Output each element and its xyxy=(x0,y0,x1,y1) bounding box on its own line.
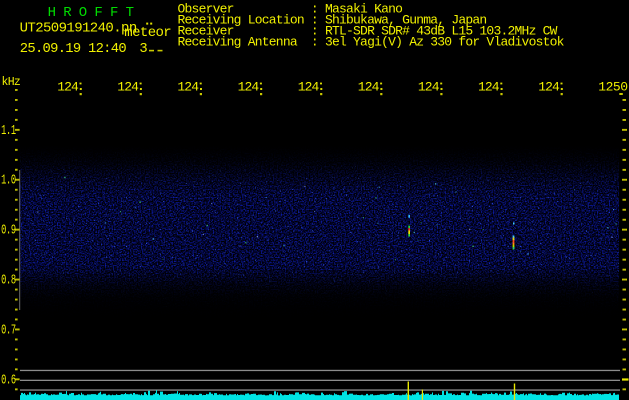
svg-text:124: 124 xyxy=(358,80,380,95)
svg-text:H R O F F T: H R O F F T xyxy=(48,5,134,21)
svg-text:25.09.19 12:40: 25.09.19 12:40 xyxy=(20,42,127,57)
svg-text:124: 124 xyxy=(117,80,139,95)
svg-text:0.9: 0.9 xyxy=(1,223,16,239)
svg-text:3: 3 xyxy=(139,42,147,57)
svg-text:meteor: meteor xyxy=(124,25,171,41)
svg-text:kHz: kHz xyxy=(2,76,21,89)
svg-text:UT2509191240.pn: UT2509191240.pn xyxy=(20,20,137,36)
svg-text:0.8: 0.8 xyxy=(1,273,16,289)
svg-text:1.0: 1.0 xyxy=(1,173,16,189)
svg-text:124: 124 xyxy=(238,80,260,95)
svg-text:Receiving Antenna : 3el Yagi(: Receiving Antenna : 3el Yagi(V) Az 330 f… xyxy=(178,35,565,50)
svg-text:124: 124 xyxy=(177,80,199,95)
svg-text:0.7: 0.7 xyxy=(1,323,16,339)
svg-text:124: 124 xyxy=(298,80,320,95)
svg-text:1.1: 1.1 xyxy=(1,123,16,139)
svg-text:124: 124 xyxy=(538,80,560,95)
svg-text:124: 124 xyxy=(57,80,79,95)
svg-text:0.6: 0.6 xyxy=(1,372,16,388)
svg-text:124: 124 xyxy=(418,80,440,95)
svg-text:124: 124 xyxy=(478,80,500,95)
svg-text:1250: 1250 xyxy=(598,80,627,95)
